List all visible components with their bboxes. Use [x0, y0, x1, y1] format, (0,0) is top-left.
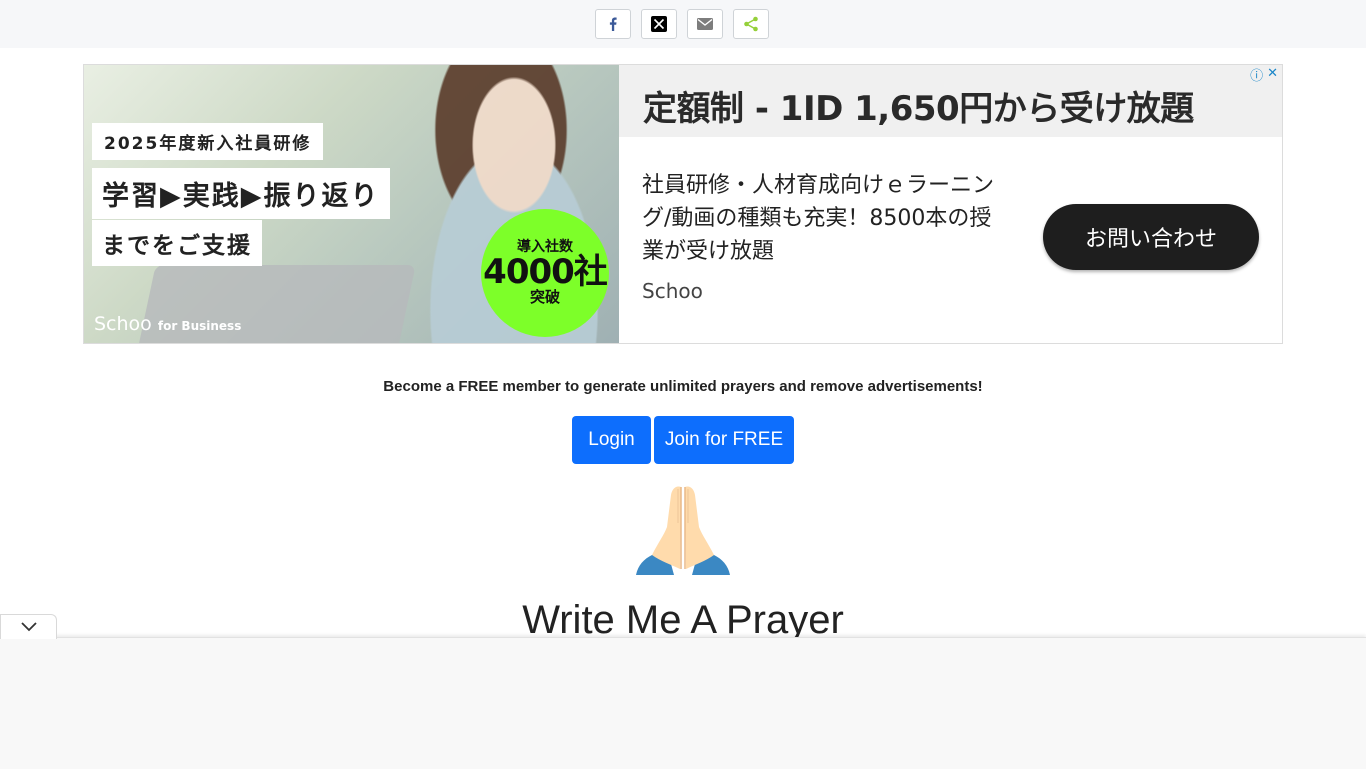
ad-image-label: 学習▶実践▶振り返り	[92, 168, 390, 219]
facebook-share-button[interactable]	[595, 9, 631, 39]
share-button[interactable]	[733, 9, 769, 39]
praying-hands-icon	[636, 486, 730, 575]
info-icon[interactable]: ⓘ	[1250, 65, 1263, 84]
share-bar	[0, 0, 1366, 48]
auth-buttons: Login Join for FREE	[572, 416, 794, 464]
login-button[interactable]: Login	[572, 416, 651, 464]
advertisement-banner[interactable]: 2025年度新入社員研修 学習▶実践▶振り返り までをご支援 導入社数 4000…	[83, 64, 1283, 344]
membership-prompt: Become a FREE member to generate unlimit…	[383, 378, 983, 395]
ad-badge-line: 突破	[529, 288, 560, 307]
ad-badge-count: 4000社	[483, 251, 608, 292]
ad-image-label: までをご支援	[92, 220, 262, 266]
join-free-button[interactable]: Join for FREE	[654, 416, 794, 464]
ad-brand-logo: Schoo for Business	[94, 313, 241, 335]
ad-badge: 導入社数 4000社 突破	[481, 209, 609, 337]
ad-advertiser: Schoo	[642, 279, 703, 303]
facebook-icon	[609, 17, 617, 31]
close-icon[interactable]: ✕	[1267, 65, 1278, 84]
email-share-button[interactable]	[687, 9, 723, 39]
share-icon	[744, 16, 758, 32]
ad-brand-for: for Business	[157, 319, 242, 333]
collapse-ad-button[interactable]	[0, 614, 57, 639]
ad-contact-button[interactable]: お問い合わせ	[1043, 204, 1259, 270]
ad-brand-name: Schoo	[94, 313, 152, 335]
ad-image-label: 2025年度新入社員研修	[92, 123, 324, 160]
ad-choices: ⓘ ✕	[1250, 65, 1278, 84]
ad-headline[interactable]: 定額制 - 1ID 1,650円から受け放題	[643, 81, 1194, 130]
ad-headline-bar: 定額制 - 1ID 1,650円から受け放題	[619, 65, 1282, 137]
chevron-down-icon	[20, 622, 37, 632]
x-twitter-icon	[651, 16, 667, 32]
x-share-button[interactable]	[641, 9, 677, 39]
email-icon	[697, 18, 713, 30]
ad-body-text: 社員研修・人材育成向けｅラーニング/動画の種類も充実！8500本の授業が受け放題	[642, 173, 995, 264]
bottom-sticky-panel	[0, 637, 1366, 769]
ad-image[interactable]: 2025年度新入社員研修 学習▶実践▶振り返り までをご支援 導入社数 4000…	[84, 65, 619, 343]
